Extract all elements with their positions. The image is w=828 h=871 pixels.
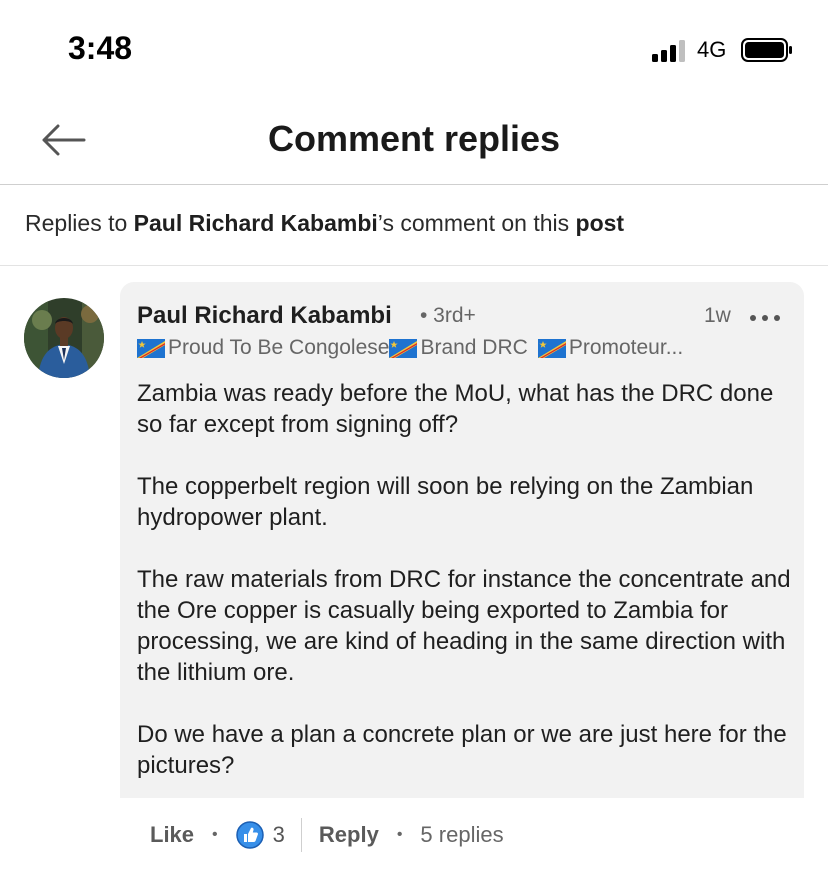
status-time: 3:48 — [68, 30, 133, 66]
drc-flag-icon — [137, 338, 165, 358]
signal-strength-icon — [652, 40, 685, 62]
context-post-link[interactable]: post — [576, 210, 625, 236]
page-header: Comment replies — [0, 100, 828, 185]
context-middle: ’s comment on this — [377, 210, 576, 236]
headline-part-2: Brand DRC — [420, 336, 528, 359]
comment-actions: Like • 3 Reply • 5 replies — [150, 818, 504, 852]
status-bar: 3:48 4G — [0, 0, 828, 100]
context-author-link[interactable]: Paul Richard Kabambi — [134, 210, 378, 236]
replies-count-link[interactable]: 5 replies — [420, 822, 503, 848]
comment-timestamp: 1w — [704, 304, 731, 327]
reply-context-bar: Replies to Paul Richard Kabambi’s commen… — [0, 185, 828, 266]
author-avatar[interactable] — [24, 298, 104, 378]
battery-icon — [741, 38, 792, 62]
author-headline: Proud To Be Congolese Brand DRC Promoteu… — [137, 336, 683, 360]
network-type: 4G — [697, 37, 727, 62]
drc-flag-icon — [389, 338, 418, 358]
separator-dot: • — [212, 826, 218, 843]
comment-bubble: Paul Richard Kabambi • 3rd+ 1w Proud To … — [120, 282, 804, 798]
like-count: 3 — [272, 822, 285, 847]
reply-context-text: Replies to Paul Richard Kabambi’s commen… — [25, 210, 624, 237]
comment-author-name[interactable]: Paul Richard Kabambi — [137, 302, 392, 330]
comment-paragraph: The raw materials from DRC for instance … — [137, 566, 791, 686]
context-prefix: Replies to — [25, 210, 134, 236]
like-reaction-icon[interactable] — [235, 821, 264, 849]
comment-paragraph: Do we have a plan a concrete plan or we … — [137, 721, 787, 779]
headline-part-3: Promoteur... — [568, 336, 684, 359]
comment-body: Zambia was ready before the MoU, what ha… — [137, 378, 792, 812]
action-divider — [300, 818, 302, 852]
more-options-icon[interactable] — [748, 304, 782, 328]
page-title: Comment replies — [267, 118, 561, 159]
reply-button[interactable]: Reply — [319, 822, 379, 848]
comment-paragraph: Zambia was ready before the MoU, what ha… — [137, 380, 774, 438]
headline-part-1: Proud To Be Congolese — [168, 336, 390, 359]
drc-flag-icon — [537, 338, 566, 358]
like-button[interactable]: Like — [150, 822, 194, 848]
connection-degree: • 3rd+ — [420, 304, 476, 327]
separator-dot: • — [396, 826, 403, 843]
comment-paragraph: The copperbelt region will soon be relyi… — [137, 473, 754, 531]
